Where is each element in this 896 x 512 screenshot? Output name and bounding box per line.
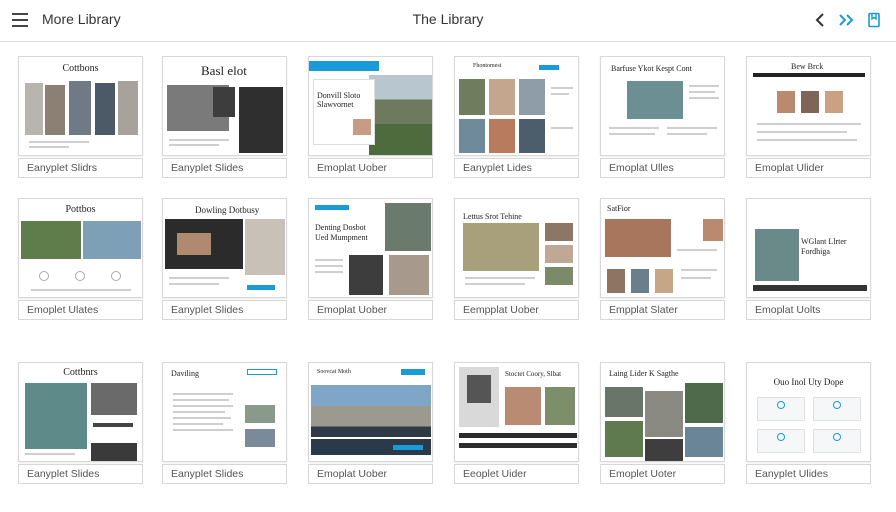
thumbnail-heading: Daviling (171, 369, 199, 378)
template-card[interactable]: Laing Lider K Sagthe Emoplet Uoter (600, 362, 725, 484)
template-thumbnail[interactable]: WGlant Llrter Fordhiga (746, 198, 871, 298)
thumbnail-heading: WGlant Llrter Fordhiga (801, 237, 847, 256)
template-caption: Eanyplet Slidrs (18, 158, 143, 178)
thumbnail-heading: Stoctet Coory, Slbat (505, 370, 562, 378)
template-thumbnail[interactable]: Pottbos (18, 198, 143, 298)
template-caption: Emoplat Uober (308, 464, 433, 484)
template-caption: Eanyplet Slides (162, 158, 287, 178)
thumbnail-heading: Denting Dosbot Ued Mumpment (315, 223, 368, 242)
template-thumbnail[interactable]: Denting Dosbot Ued Mumpment (308, 198, 433, 298)
template-thumbnail[interactable]: SatFior (600, 198, 725, 298)
template-caption: Emoplat Uolts (746, 300, 871, 320)
thumbnail-heading: Basl elot (201, 63, 247, 78)
template-card[interactable]: Cottbnrs Eanyplet Slides (18, 362, 143, 484)
thumbnail-heading: Bew Brck (791, 62, 824, 71)
template-card[interactable]: Pottbos Emoplet Ulates (18, 198, 143, 320)
thumbnail-heading: SatFior (607, 204, 631, 213)
template-caption: Eeoplet Uider (454, 464, 579, 484)
template-card[interactable]: Dowling Dotbusy Eanyplet Slides (162, 198, 287, 320)
thumbnail-heading: Cottbnrs (63, 367, 98, 378)
thumbnail-heading: Laing Lider K Sagthe (609, 369, 679, 378)
more-library-link[interactable]: More Library (42, 11, 121, 27)
page-title: The Library (412, 11, 484, 27)
back-icon[interactable] (810, 10, 830, 30)
template-caption: Emoplat Ulider (746, 158, 871, 178)
template-thumbnail[interactable]: Dowling Dotbusy (162, 198, 287, 298)
template-thumbnail[interactable]: Laing Lider K Sagthe (600, 362, 725, 462)
thumbnail-heading: Ouo Inol Uty Dope (773, 377, 844, 387)
template-card[interactable]: Barfuse Ykot Kespt Cont Emoplat Ulles (600, 56, 725, 178)
template-card[interactable]: Soovcat Moth Emoplat Uober (308, 362, 433, 484)
template-thumbnail[interactable]: Fhontomest (454, 56, 579, 156)
thumbnail-heading: Pottbos (65, 204, 96, 215)
template-thumbnail[interactable]: Basl elot (162, 56, 287, 156)
template-thumbnail[interactable]: Soovcat Moth (308, 362, 433, 462)
thumbnail-heading: Fhontomest (473, 63, 502, 69)
forward-double-icon[interactable] (836, 10, 856, 30)
template-card[interactable]: Denting Dosbot Ued Mumpment Emoplat Uobe… (308, 198, 433, 320)
template-caption: Emoplat Uober (308, 300, 433, 320)
template-card[interactable]: Basl elot Eanyplet Slides (162, 56, 287, 178)
template-thumbnail[interactable]: Daviling (162, 362, 287, 462)
template-caption: Emoplat Uober (308, 158, 433, 178)
thumbnail-heading: Donvill Sloto Slawvornet (317, 91, 361, 109)
thumbnail-heading: Cottbons (62, 63, 99, 74)
template-thumbnail[interactable]: Stoctet Coory, Slbat (454, 362, 579, 462)
template-thumbnail[interactable]: Ouo Inol Uty Dope (746, 362, 871, 462)
template-thumbnail[interactable]: Cottbons (18, 56, 143, 156)
top-bar: More Library The Library (0, 0, 896, 42)
template-thumbnail[interactable]: Cottbnrs (18, 362, 143, 462)
template-thumbnail[interactable]: Donvill Sloto Slawvornet (308, 56, 433, 156)
template-card[interactable]: Lettus Srot Tehine Eempplat Uober (454, 198, 579, 320)
template-caption: Eanyplet Lides (454, 158, 579, 178)
template-caption: Emoplet Uoter (600, 464, 725, 484)
thumbnail-heading: Barfuse Ykot Kespt Cont (611, 64, 692, 73)
template-thumbnail[interactable]: Barfuse Ykot Kespt Cont (600, 56, 725, 156)
template-caption: Emoplet Ulates (18, 300, 143, 320)
template-caption: Eanyplet Ulides (746, 464, 871, 484)
template-thumbnail[interactable]: Bew Brck (746, 56, 871, 156)
template-card[interactable]: Donvill Sloto Slawvornet Emoplat Uober (308, 56, 433, 178)
hamburger-menu-icon[interactable] (12, 13, 28, 27)
template-card[interactable]: Fhontomest Eanyplet Lides (454, 56, 579, 178)
template-caption: Eanyplet Slides (18, 464, 143, 484)
template-card[interactable]: Bew Brck Emoplat Ulider (746, 56, 871, 178)
template-card[interactable]: Stoctet Coory, Slbat Eeoplet Uider (454, 362, 579, 484)
bookmark-icon[interactable] (864, 10, 884, 30)
template-card[interactable]: WGlant Llrter Fordhiga Emoplat Uolts (746, 198, 871, 320)
template-card[interactable]: SatFior Empplat Slater (600, 198, 725, 320)
thumbnail-heading: Dowling Dotbusy (195, 205, 260, 215)
thumbnail-heading: Soovcat Moth (317, 369, 351, 375)
template-card[interactable]: Ouo Inol Uty Dope Eanyplet Ulides (746, 362, 871, 484)
template-card[interactable]: Daviling Eanyplet Slides (162, 362, 287, 484)
template-caption: Eanyplet Slides (162, 464, 287, 484)
template-caption: Emoplat Ulles (600, 158, 725, 178)
template-caption: Eanyplet Slides (162, 300, 287, 320)
thumbnail-heading: Lettus Srot Tehine (463, 212, 522, 221)
template-caption: Empplat Slater (600, 300, 725, 320)
template-card[interactable]: Cottbons Eanyplet Slidrs (18, 56, 143, 178)
template-caption: Eempplat Uober (454, 300, 579, 320)
template-thumbnail[interactable]: Lettus Srot Tehine (454, 198, 579, 298)
